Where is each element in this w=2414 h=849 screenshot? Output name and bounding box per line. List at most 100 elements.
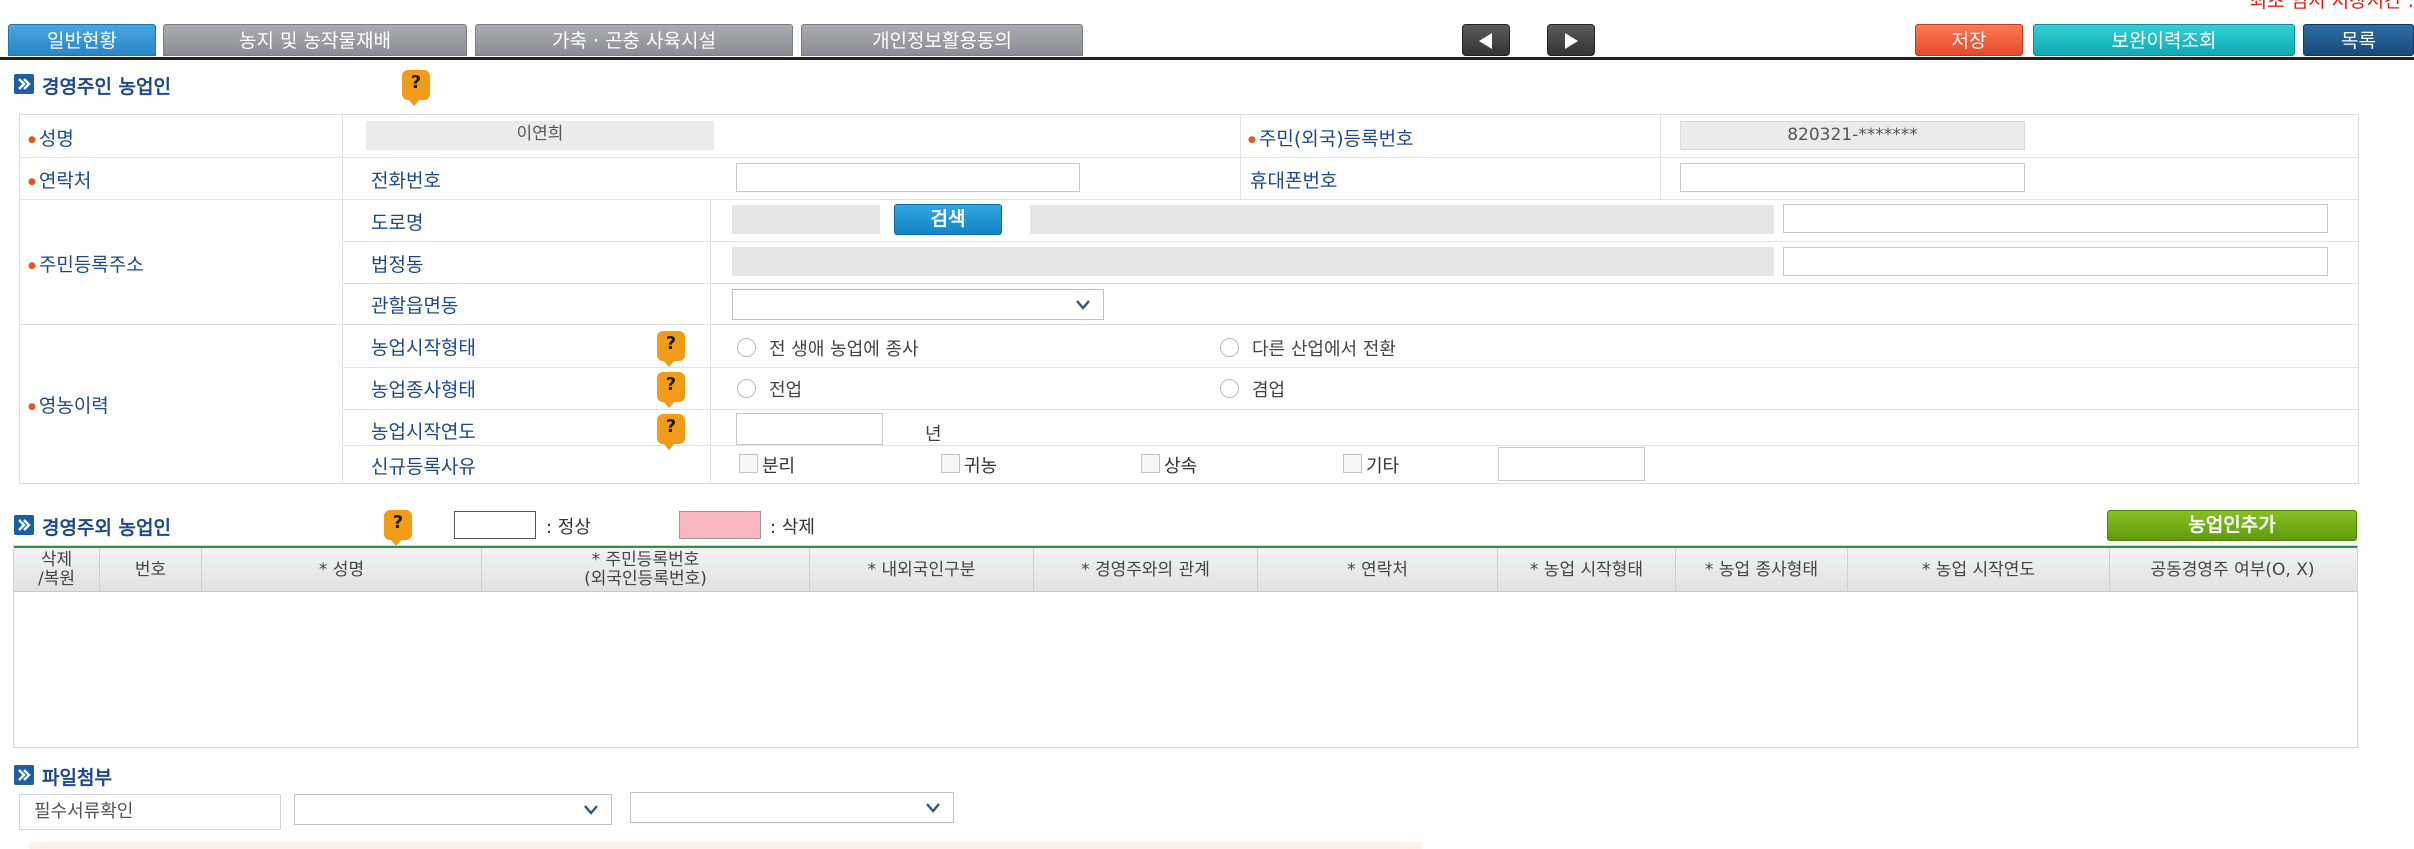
other-farmers-grid: 삭제/복원 번호 * 성명 * 주민등록번호 (외국인등록번호) * 내외국인구분 * 경영… bbox=[13, 545, 2358, 748]
required-docs-label: 필수서류확인 bbox=[19, 794, 281, 830]
last-save-time: 최초 임시 저장시간 : bbox=[2249, 0, 2414, 12]
name-label: 성명 bbox=[28, 124, 74, 151]
zipcode-field bbox=[732, 205, 880, 234]
grid-header: 삭제/복원 번호 * 성명 * 주민등록번호 (외국인등록번호) * 내외국인구분 * 경영… bbox=[14, 546, 2357, 592]
grid-column-header-text: /복원 bbox=[37, 569, 75, 589]
reason-checkbox-other[interactable] bbox=[1343, 454, 1362, 473]
start-type-option-converted: 다른 산업에서 전환 bbox=[1252, 339, 1396, 360]
legend-normal-label: : 정상 bbox=[546, 517, 591, 538]
work-type-help-icon[interactable]: ? bbox=[657, 372, 685, 408]
rrn-label: 주민(외국)등록번호 bbox=[1248, 124, 1414, 151]
grid-column-header-text: 삭제 bbox=[40, 550, 73, 570]
tab-livestock[interactable]: 가축 · 곤충 사육시설 bbox=[475, 24, 793, 56]
doc-type-select[interactable] bbox=[630, 792, 954, 823]
next-button[interactable] bbox=[1547, 24, 1595, 56]
reason-checkbox-inherit[interactable] bbox=[1141, 454, 1160, 473]
road-address-field bbox=[1030, 205, 1774, 234]
address-search-button[interactable]: 검색 bbox=[894, 204, 1002, 235]
grid-column-header: * 경영주와의 관계 bbox=[1034, 548, 1258, 592]
tab-farmland[interactable]: 농지 및 농작물재배 bbox=[163, 24, 467, 56]
prev-button[interactable] bbox=[1462, 24, 1510, 56]
add-farmer-button[interactable]: 농업인추가 bbox=[2107, 510, 2357, 541]
road-address-detail-input[interactable] bbox=[1783, 204, 2328, 233]
revision-history-button[interactable]: 보완이력조회 bbox=[2033, 24, 2295, 56]
grid-column-header: * 성명 bbox=[202, 548, 482, 592]
start-year-input[interactable] bbox=[736, 413, 883, 445]
mobile-input[interactable] bbox=[1680, 163, 2025, 192]
lot-address-detail-input[interactable] bbox=[1783, 247, 2328, 276]
chevron-down-icon bbox=[926, 803, 940, 813]
grid-column-header: * 주민등록번호 (외국인등록번호) bbox=[482, 548, 810, 592]
grid-column-header-text: 공동경영주 여부(O, X) bbox=[2150, 559, 2315, 580]
year-unit: 년 bbox=[925, 424, 942, 445]
work-type-radio-parttime[interactable] bbox=[1220, 379, 1239, 398]
rrn-field: 820321-******* bbox=[1680, 121, 2025, 150]
tab-privacy[interactable]: 개인정보활용동의 bbox=[801, 24, 1083, 56]
work-type-option-fulltime: 전업 bbox=[769, 380, 803, 401]
topbar-divider bbox=[0, 57, 2414, 60]
legend-delete-swatch bbox=[679, 511, 761, 539]
grid-column-header: * 농업 시작연도 bbox=[1848, 548, 2110, 592]
start-year-label: 농업시작연도 bbox=[371, 421, 476, 443]
road-address-label: 도로명 bbox=[371, 212, 424, 234]
contact-label: 연락처 bbox=[28, 166, 91, 193]
grid-column-header-text: * 경영주와의 관계 bbox=[1081, 559, 1210, 580]
grid-column-header-text: * 농업 시작형태 bbox=[1529, 559, 1644, 580]
legend-delete-label: : 삭제 bbox=[770, 517, 815, 538]
phone-input[interactable] bbox=[736, 163, 1080, 192]
grid-column-header: 번호 bbox=[100, 548, 202, 592]
reason-option-other: 기타 bbox=[1366, 456, 1400, 477]
reason-checkbox-return[interactable] bbox=[941, 454, 960, 473]
grid-column-header-text: * 성명 bbox=[318, 559, 365, 580]
grid-column-header: 삭제/복원 bbox=[14, 548, 100, 592]
district-select[interactable] bbox=[732, 289, 1104, 320]
start-type-option-lifelong: 전 생애 농업에 종사 bbox=[769, 339, 919, 360]
grid-column-header-text: * 주민등록번호 bbox=[591, 550, 700, 570]
reason-option-inherit: 상속 bbox=[1164, 456, 1198, 477]
grid-column-header-text: (외국인등록번호) bbox=[584, 569, 707, 589]
grid-column-header: * 농업 종사형태 bbox=[1676, 548, 1848, 592]
work-type-radio-fulltime[interactable] bbox=[737, 379, 756, 398]
reason-label: 신규등록사유 bbox=[371, 456, 476, 478]
section-arrow-icon bbox=[14, 515, 34, 535]
chevron-down-icon bbox=[584, 805, 598, 815]
start-type-radio-converted[interactable] bbox=[1220, 338, 1239, 357]
grid-column-header: * 내외국인구분 bbox=[810, 548, 1034, 592]
owner-help-icon[interactable]: ? bbox=[402, 70, 430, 106]
phone-label: 전화번호 bbox=[371, 170, 441, 192]
grid-column-header-text: * 내외국인구분 bbox=[867, 559, 976, 580]
mobile-label: 휴대폰번호 bbox=[1250, 170, 1338, 192]
grid-column-header: * 농업 시작형태 bbox=[1498, 548, 1676, 592]
section-arrow-icon bbox=[14, 765, 34, 785]
start-type-label: 농업시작형태 bbox=[371, 337, 476, 359]
doc-category-select[interactable] bbox=[294, 794, 612, 825]
other-farmers-title: 경영주외 농업인 bbox=[42, 517, 171, 539]
owner-section-title: 경영주인 농업인 bbox=[42, 76, 171, 98]
start-type-radio-lifelong[interactable] bbox=[737, 338, 756, 357]
legend-normal-swatch bbox=[454, 511, 536, 539]
list-button[interactable]: 목록 bbox=[2303, 24, 2414, 56]
grid-column-header-text: * 농업 종사형태 bbox=[1704, 559, 1819, 580]
lot-address-field bbox=[732, 247, 1774, 276]
start-year-help-icon[interactable]: ? bbox=[657, 414, 685, 450]
start-type-help-icon[interactable]: ? bbox=[657, 331, 685, 367]
reason-option-separation: 분리 bbox=[762, 456, 796, 477]
grid-column-header: * 연락처 bbox=[1258, 548, 1498, 592]
attach-section-title: 파일첨부 bbox=[42, 767, 112, 789]
tab-general[interactable]: 일반현황 bbox=[8, 24, 156, 56]
lot-address-label: 법정동 bbox=[371, 254, 424, 276]
section-arrow-icon bbox=[14, 74, 34, 94]
reason-option-return: 귀농 bbox=[964, 456, 998, 477]
grid-column-header-text: 번호 bbox=[134, 559, 167, 580]
reason-checkbox-separation[interactable] bbox=[739, 454, 758, 473]
grid-column-header-text: * 농업 시작연도 bbox=[1921, 559, 2036, 580]
address-label: 주민등록주소 bbox=[28, 250, 144, 277]
reason-other-input[interactable] bbox=[1498, 447, 1645, 481]
farming-history-label: 영농이력 bbox=[28, 391, 109, 418]
arrow-left-icon bbox=[1479, 33, 1492, 49]
save-button[interactable]: 저장 bbox=[1915, 24, 2023, 56]
other-farmers-help-icon[interactable]: ? bbox=[384, 510, 412, 546]
name-field: 이연희 bbox=[366, 121, 714, 150]
district-label: 관할읍면동 bbox=[371, 295, 459, 317]
attach-notice-area bbox=[30, 842, 1422, 849]
